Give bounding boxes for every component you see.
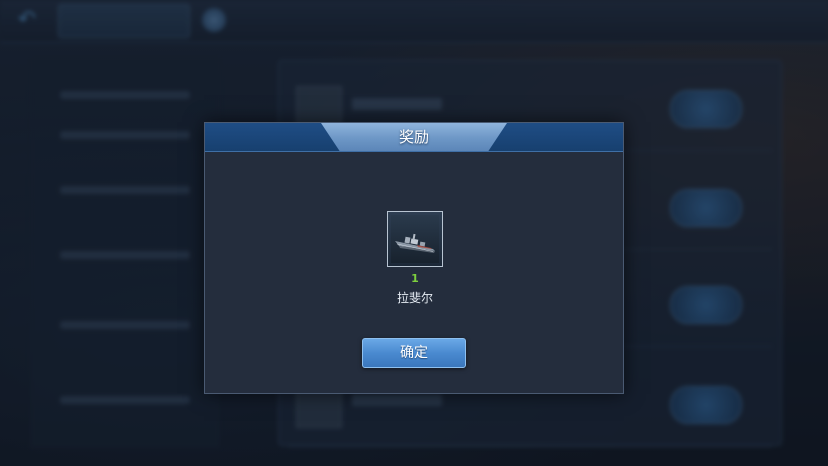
dialog-title: 奖励 xyxy=(398,128,429,146)
reward-item-name: 拉斐尔 xyxy=(396,291,433,305)
reward-item-slot[interactable] xyxy=(387,211,443,267)
confirm-button[interactable]: 确定 xyxy=(362,338,466,368)
reward-dialog: 奖励 1 拉斐尔 确定 xyxy=(204,122,624,394)
warship-icon xyxy=(391,215,439,263)
reward-item-count: 1 xyxy=(411,272,419,285)
